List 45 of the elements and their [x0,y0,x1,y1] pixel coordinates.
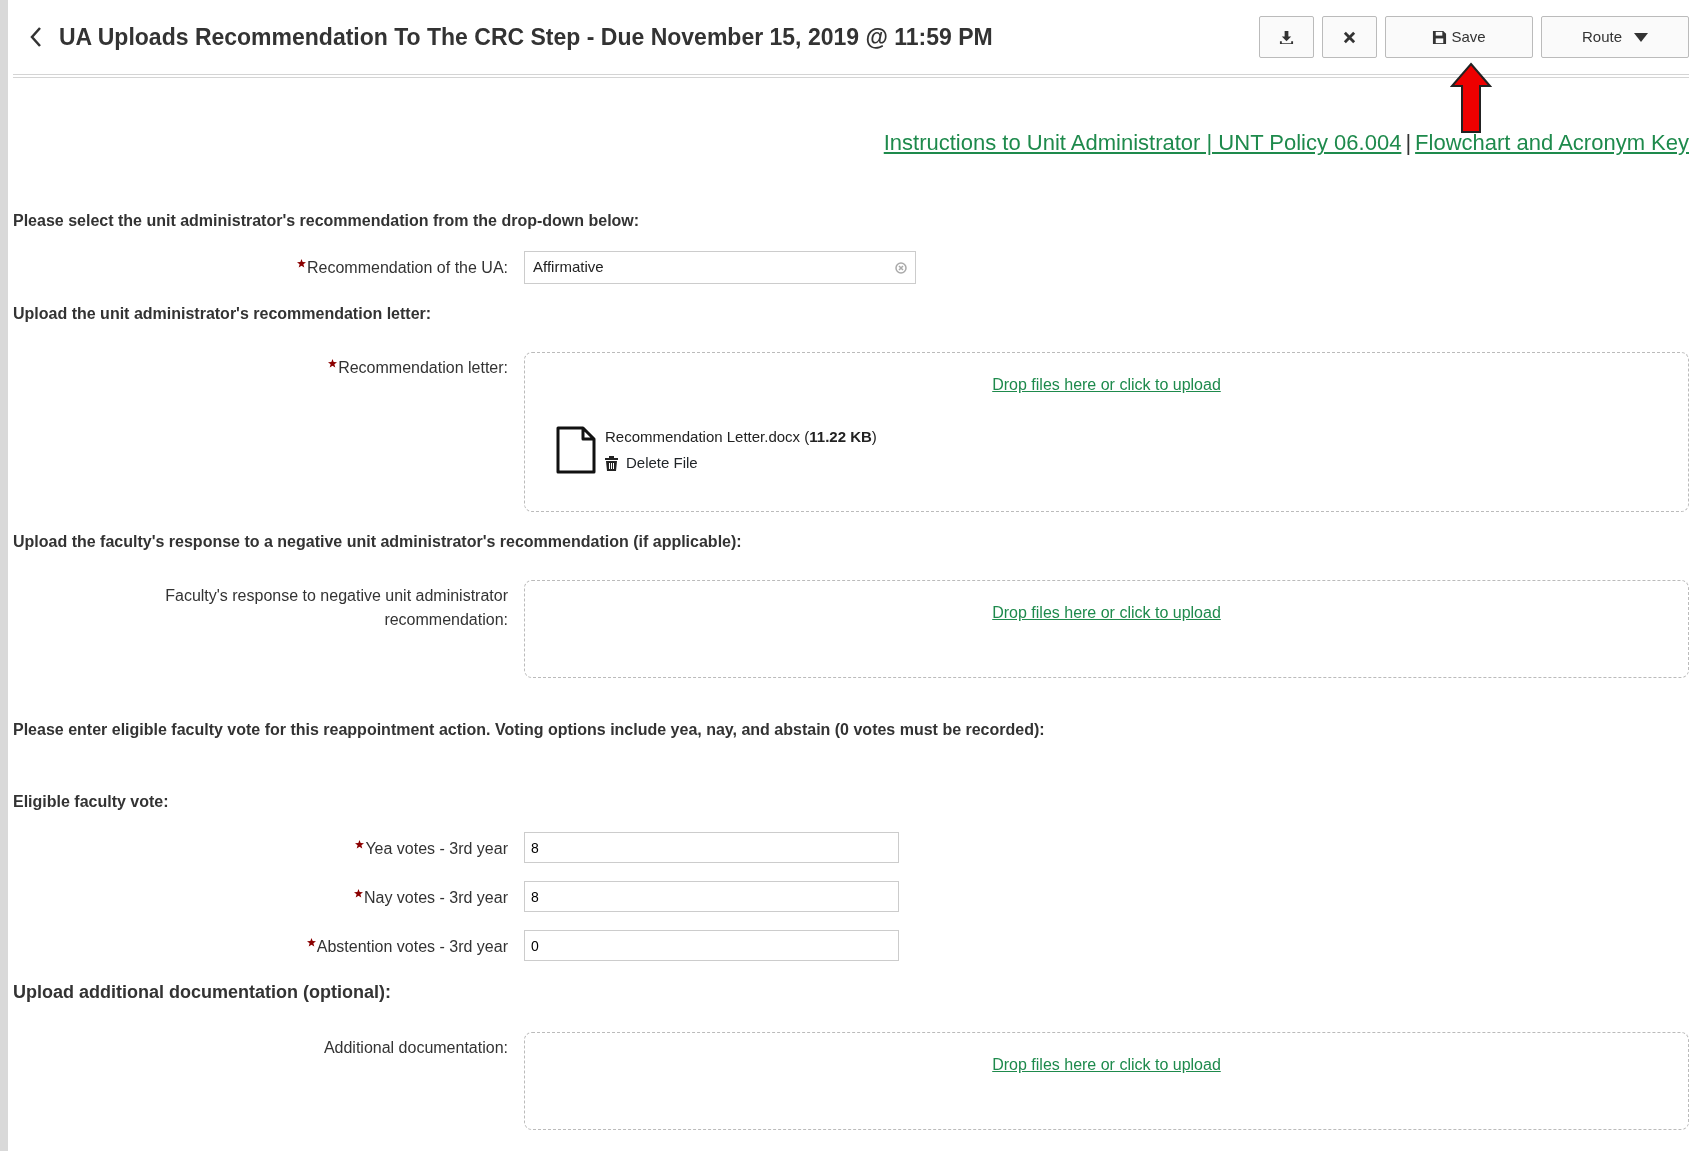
input-field[interactable]: 8 [524,832,899,863]
section-heading: Eligible faculty vote: [13,792,170,812]
drop-zone[interactable]: Drop files here or click to upload Recommendation Letter.docx (11.22 KB) Delete File [524,352,1689,512]
link[interactable]: Instructions to Unit Administrator | UNT Policy 06.004 [883,126,1402,159]
section-heading: Please enter eligible faculty vote for this reappointment action. Voting options include yea, nay, and abstain (0 votes must be recorded): [13,720,1046,740]
close-icon [1343,30,1356,44]
field-label: Yea votes - 3rd year [365,839,508,859]
delete-file-link[interactable]: Delete File [605,452,877,475]
field-label: Recommendation letter: [338,358,508,378]
upload-link[interactable]: Drop files here or click to upload [992,373,1221,397]
download-button[interactable] [1259,16,1314,58]
field-label: Abstention votes - 3rd year [316,937,508,957]
close-button[interactable] [1322,16,1377,58]
required-icon [353,889,363,898]
link[interactable]: Flowchart and Acronym Key [1415,126,1689,159]
required-icon [306,938,316,947]
document-icon [555,425,597,475]
section-heading: Upload the faculty's response to a negative unit administrator's recommendation (if applicable): [13,532,743,552]
dropdown-field[interactable]: Affirmative [524,251,916,284]
section-heading: Please select the unit administrator's recommendation from the drop-down below: [13,211,641,231]
annotation-arrow [1450,62,1492,134]
field-label: Faculty's response to negative unit administrator recommendation: [164,586,508,630]
drop-zone[interactable]: Drop files here or click to upload [524,580,1689,678]
required-icon [355,840,365,849]
field-label: Additional documentation: [323,1038,508,1058]
trash-icon [605,455,618,471]
download-icon [1279,29,1294,45]
field-label: Nay votes - 3rd year [363,888,508,908]
link-separator: | [1405,129,1412,157]
required-icon [328,359,338,368]
save-button[interactable]: Save [1385,16,1533,58]
file-name: Recommendation Letter.docx (11.22 KB) [605,426,877,447]
input-field[interactable]: 0 [524,930,899,961]
caret-icon [1634,32,1648,42]
back-icon[interactable] [29,26,43,48]
drop-zone[interactable]: Drop files here or click to upload [524,1032,1689,1130]
section-heading: Upload additional documentation (optional): [13,981,392,1004]
upload-link[interactable]: Drop files here or click to upload [992,601,1221,625]
field-label: Recommendation of the UA: [307,258,508,278]
required-icon [297,259,306,268]
section-heading: Upload the unit administrator's recommendation letter: [13,304,433,324]
upload-link[interactable]: Drop files here or click to upload [992,1053,1221,1077]
input-field[interactable]: 8 [524,881,899,912]
page-title: UA Uploads Recommendation To The CRC Step - Due November 15, 2019 @ 11:59 PM [59,22,993,52]
route-button[interactable]: Route [1541,16,1689,58]
